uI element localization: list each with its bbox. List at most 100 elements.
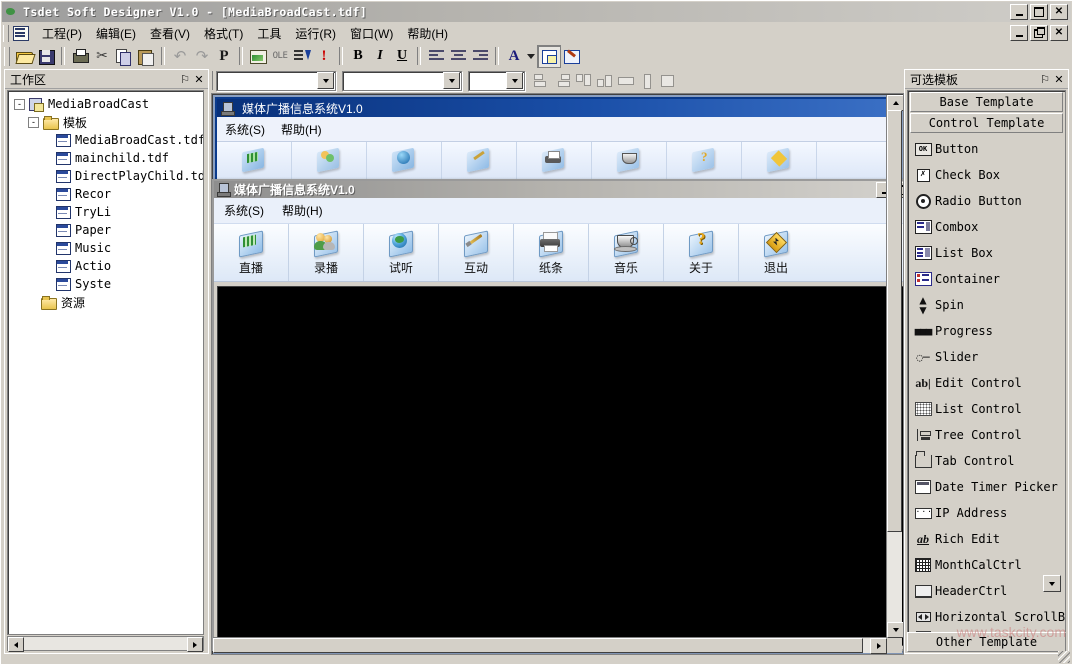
menu-project[interactable]: 工程(P) xyxy=(35,23,89,44)
align-bottoms-button[interactable] xyxy=(594,71,615,90)
tree-item-action[interactable]: Actio xyxy=(12,257,203,275)
scroll-track[interactable] xyxy=(24,637,187,650)
menu-help[interactable]: 帮助(H) xyxy=(400,23,455,44)
mdi-horizontal-scrollbar[interactable] xyxy=(213,637,887,654)
font-size-combo[interactable] xyxy=(468,70,525,91)
undo-button[interactable]: ↶ xyxy=(169,46,191,67)
tree-toggle-icon[interactable]: - xyxy=(28,116,39,128)
template-item-progress[interactable]: ■■■ Progress xyxy=(908,318,1065,344)
cut-button[interactable]: ✂ xyxy=(91,46,113,67)
copy-button[interactable] xyxy=(113,46,135,67)
toolbar-drag-grip[interactable] xyxy=(4,46,10,66)
redo-button[interactable]: ↷ xyxy=(191,46,213,67)
menu-edit[interactable]: 编辑(E) xyxy=(89,23,143,44)
video-canvas[interactable] xyxy=(217,286,903,646)
tool-live-broadcast[interactable]: 直播 xyxy=(214,224,289,281)
insert-image-button[interactable] xyxy=(247,46,269,67)
tree-node-templates-folder[interactable]: - 模板 xyxy=(12,113,203,131)
template-item-button[interactable]: OK Button xyxy=(908,136,1065,162)
window-resize-grip[interactable] xyxy=(1058,651,1070,663)
other-template-button[interactable]: Other Template xyxy=(907,632,1066,652)
tool-interaction[interactable]: 互动 xyxy=(439,224,514,281)
tree-node-project[interactable]: - MediaBroadCast xyxy=(12,95,203,113)
template-item-rich-edit[interactable]: ab Rich Edit xyxy=(908,526,1065,552)
close-icon[interactable]: ✕ xyxy=(1052,72,1066,86)
template-item-tab-control[interactable]: Tab Control xyxy=(908,448,1065,474)
tool-about[interactable]: ? 关于 xyxy=(664,224,739,281)
underline-button[interactable]: U xyxy=(391,46,413,67)
tree-toggle-icon[interactable]: - xyxy=(14,98,25,110)
make-same-width-button[interactable] xyxy=(615,71,636,90)
child-a-menu-system[interactable]: 系统(S) xyxy=(225,121,265,138)
align-center-button[interactable] xyxy=(447,46,469,67)
paragraph-button[interactable]: P xyxy=(213,46,235,67)
child-a-menu-help[interactable]: 帮助(H) xyxy=(281,121,322,138)
menu-format[interactable]: 格式(T) xyxy=(197,23,250,44)
save-button[interactable] xyxy=(35,46,57,67)
menu-drag-grip[interactable] xyxy=(3,25,9,42)
chevron-down-icon[interactable] xyxy=(443,72,460,89)
minimize-button[interactable] xyxy=(1010,4,1028,20)
template-item-spin[interactable]: ▲ ▼ Spin xyxy=(908,292,1065,318)
align-lefts-button[interactable] xyxy=(531,71,552,90)
menu-view[interactable]: 查看(V) xyxy=(143,23,197,44)
horizontal-scroll-thumb[interactable] xyxy=(213,638,863,653)
scroll-right-button[interactable] xyxy=(870,638,887,654)
child-close-button[interactable]: ✕ xyxy=(1050,25,1068,41)
template-item-list-box[interactable]: List Box xyxy=(908,240,1065,266)
tool-note[interactable]: 纸条 xyxy=(514,224,589,281)
chevron-down-icon[interactable] xyxy=(317,72,334,89)
properties-button[interactable] xyxy=(537,44,561,68)
maximize-button[interactable] xyxy=(1030,4,1048,20)
align-left-button[interactable] xyxy=(425,46,447,67)
workspace-tree-view[interactable]: - MediaBroadCast - 模板 MediaBroadCast.tdf… xyxy=(7,90,204,635)
align-tops-button[interactable] xyxy=(573,71,594,90)
pin-icon[interactable]: ⚐ xyxy=(1038,72,1052,86)
template-item-combox[interactable]: Combox xyxy=(908,214,1065,240)
template-item-check-box[interactable]: ✗ Check Box xyxy=(908,162,1065,188)
tree-item-trylisten[interactable]: TryLi xyxy=(12,203,203,221)
chevron-down-icon[interactable] xyxy=(506,72,523,89)
tree-item-mediabroadcast-tdf[interactable]: MediaBroadCast.tdf xyxy=(12,131,203,149)
align-right-button[interactable] xyxy=(469,46,491,67)
template-scroll-down-button[interactable] xyxy=(1043,575,1061,592)
base-template-button[interactable]: Base Template xyxy=(910,92,1063,112)
template-item-edit-control[interactable]: ab| Edit Control xyxy=(908,370,1065,396)
tool-music[interactable]: 音乐 xyxy=(589,224,664,281)
font-style-combo[interactable] xyxy=(342,70,462,91)
menu-window[interactable]: 窗口(W) xyxy=(343,23,400,44)
vertical-scroll-thumb[interactable] xyxy=(887,110,902,532)
child-b-menu-help[interactable]: 帮助(H) xyxy=(282,202,323,219)
sort-button[interactable] xyxy=(291,46,313,67)
wizard-button[interactable] xyxy=(561,46,583,67)
scroll-left-button[interactable] xyxy=(8,637,24,652)
font-color-dropdown[interactable] xyxy=(525,46,537,67)
print-button[interactable] xyxy=(69,46,91,67)
close-icon[interactable]: ✕ xyxy=(192,72,206,86)
mdi-vertical-scrollbar[interactable] xyxy=(886,95,903,638)
scroll-right-button[interactable] xyxy=(187,637,203,652)
child-b-title-bar[interactable]: 媒体广播信息系统V1.0 ✕ xyxy=(214,181,903,198)
tool-audition[interactable]: 试听 xyxy=(364,224,439,281)
ole-button[interactable]: OLE xyxy=(269,46,291,67)
template-item-list-control[interactable]: List Control xyxy=(908,396,1065,422)
template-item-date-timer-picker[interactable]: Date Timer Picker xyxy=(908,474,1065,500)
template-list-container[interactable]: Base Template Control Template OK Button… xyxy=(907,90,1066,633)
template-item-horizontal-scrollbar[interactable]: Horizontal ScrollBar xyxy=(908,604,1065,630)
tree-item-paper[interactable]: Paper xyxy=(12,221,203,239)
child-minimize-button[interactable] xyxy=(1010,25,1028,41)
workspace-horizontal-scrollbar[interactable] xyxy=(7,636,204,652)
template-item-tree-control[interactable]: Tree Control xyxy=(908,422,1065,448)
tree-node-resources-folder[interactable]: 资源 xyxy=(12,293,203,311)
template-item-radio-button[interactable]: Radio Button xyxy=(908,188,1065,214)
tree-item-mainchild-tdf[interactable]: mainchild.tdf xyxy=(12,149,203,167)
bold-button[interactable]: B xyxy=(347,46,369,67)
make-same-height-button[interactable] xyxy=(636,71,657,90)
menu-run[interactable]: 运行(R) xyxy=(288,23,343,44)
child-b-menu-system[interactable]: 系统(S) xyxy=(224,202,264,219)
template-item-monthcalctrl[interactable]: MonthCalCtrl xyxy=(908,552,1065,578)
tree-item-record[interactable]: Recor xyxy=(12,185,203,203)
tree-item-music[interactable]: Music xyxy=(12,239,203,257)
paste-button[interactable] xyxy=(135,46,157,67)
font-family-combo[interactable] xyxy=(216,70,336,91)
